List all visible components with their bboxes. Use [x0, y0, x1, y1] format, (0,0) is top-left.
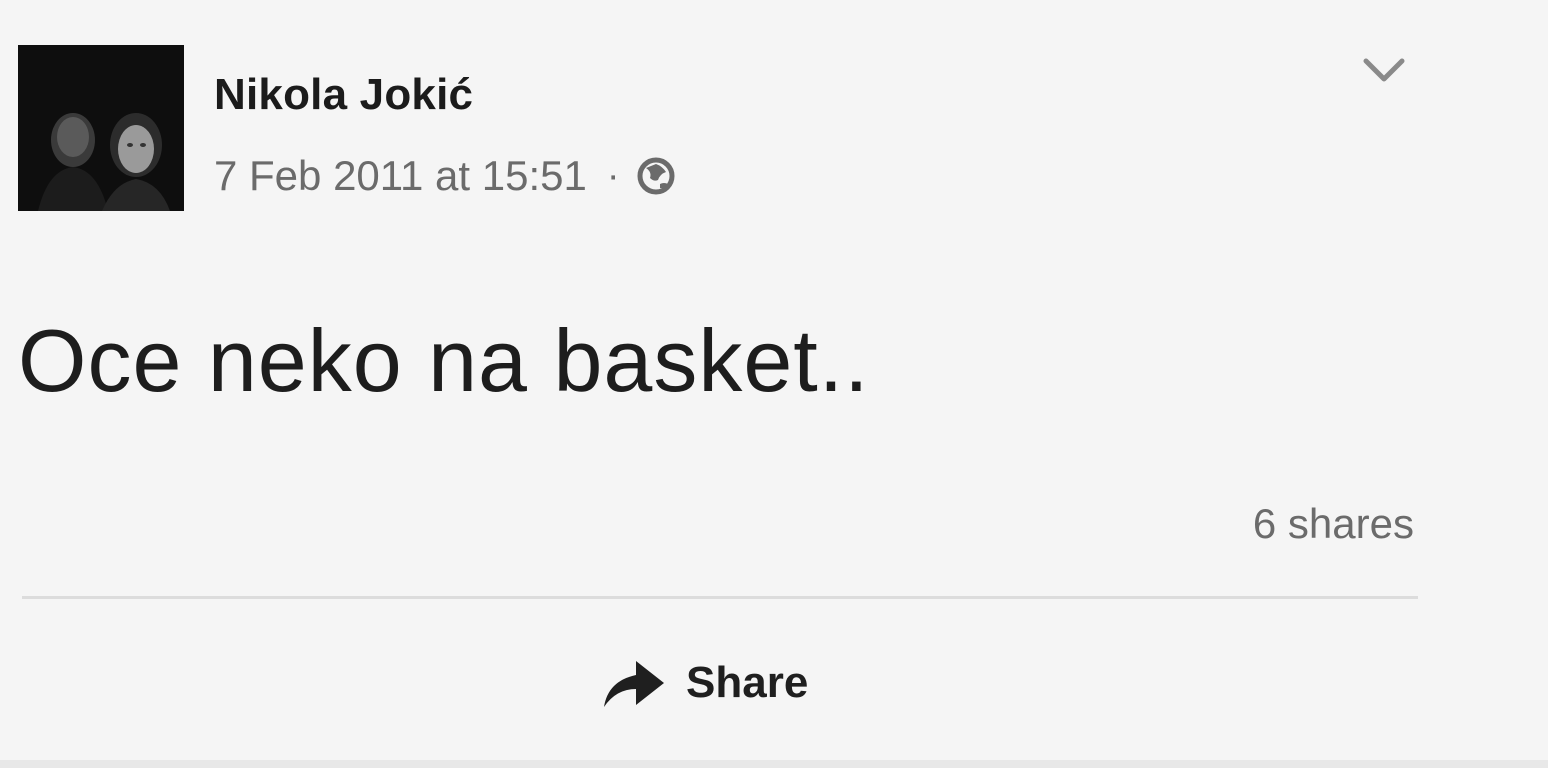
post-card: Nikola Jokić 7 Feb 2011 at 15:51 · Oce n… [0, 0, 1548, 768]
chevron-down-icon[interactable] [1362, 55, 1406, 85]
share-count[interactable]: 6 shares [1253, 500, 1414, 548]
post-meta: 7 Feb 2011 at 15:51 · [214, 150, 676, 202]
globe-icon[interactable] [636, 156, 676, 196]
share-arrow-icon [604, 661, 664, 707]
share-label: Share [686, 658, 809, 707]
meta-separator: · [606, 154, 620, 197]
author-avatar[interactable] [18, 45, 184, 211]
post-timestamp[interactable]: 7 Feb 2011 at 15:51 [214, 152, 587, 200]
post-text: Oce neko na basket.. [18, 311, 870, 410]
author-name[interactable]: Nikola Jokić [214, 70, 473, 120]
card-bottom-edge [0, 760, 1548, 768]
share-button[interactable]: Share [600, 648, 808, 718]
actions-divider [22, 596, 1418, 599]
